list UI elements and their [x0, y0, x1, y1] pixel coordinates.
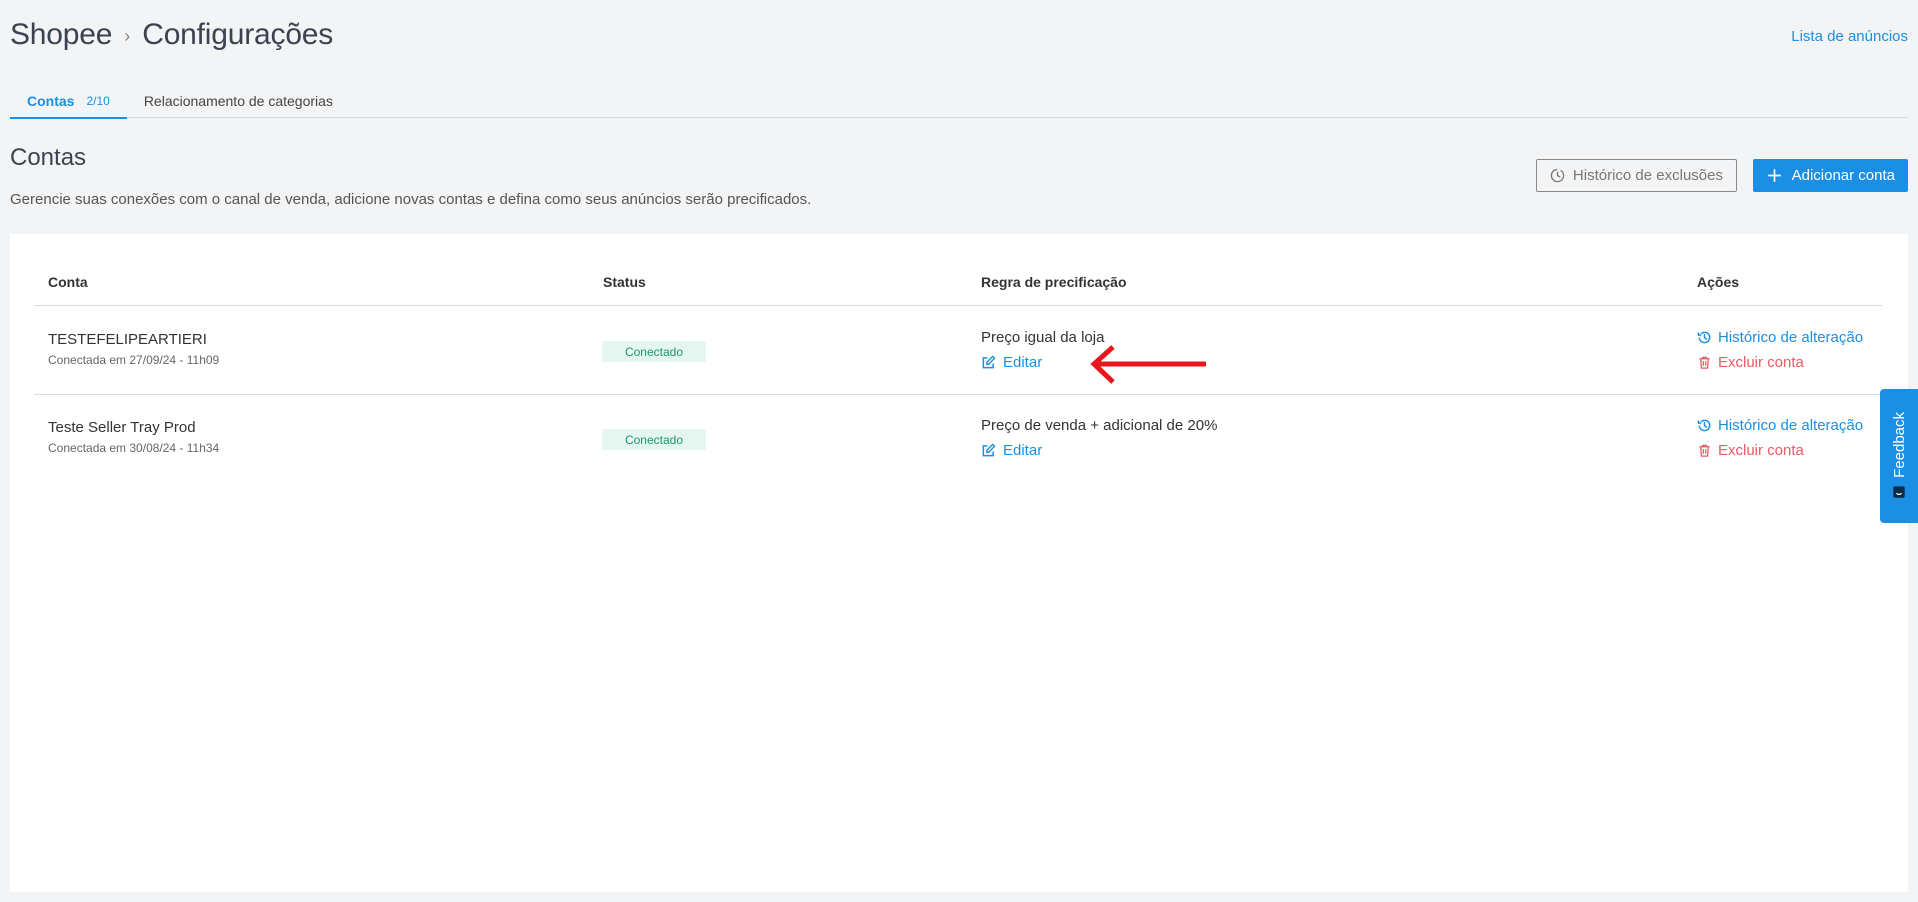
page-title: Configurações: [142, 18, 334, 51]
edit-icon: [981, 355, 996, 370]
edit-label: Editar: [1003, 442, 1043, 459]
change-history-label: Histórico de alteração: [1718, 417, 1864, 434]
tab-contas[interactable]: Contas 2/10: [10, 84, 127, 119]
history-icon: [1697, 330, 1712, 345]
trash-icon: [1697, 443, 1712, 458]
listing-link[interactable]: Lista de anúncios: [1791, 28, 1908, 45]
tab-category-mapping[interactable]: Relacionamento de categorias: [127, 84, 350, 118]
change-history-button[interactable]: Histórico de alteração: [1697, 329, 1863, 346]
delete-account-button[interactable]: Excluir conta: [1697, 442, 1804, 459]
tab-bar: Contas 2/10 Relacionamento de categorias: [10, 84, 1908, 119]
add-account-label: Adicionar conta: [1791, 167, 1895, 184]
account-connected-date: Conectada em 30/08/24 - 11h34: [48, 441, 220, 455]
account-name: TESTEFELIPEARTIERI: [48, 331, 207, 348]
table-header: Conta Status Regra de precificação Ações: [34, 234, 1882, 306]
column-header-account: Conta: [48, 274, 88, 290]
delete-account-button[interactable]: Excluir conta: [1697, 354, 1804, 371]
plus-icon: [1767, 168, 1782, 183]
tab-label: Contas: [27, 93, 75, 109]
column-header-rule: Regra de precificação: [981, 274, 1127, 290]
section-title: Contas: [10, 144, 87, 171]
feedback-icon: [1892, 485, 1907, 500]
deletion-history-label: Histórico de exclusões: [1572, 167, 1723, 184]
tab-count-badge: 2/10: [86, 94, 110, 108]
accounts-table: Conta Status Regra de precificação Ações…: [10, 234, 1908, 892]
feedback-label: Feedback: [1890, 411, 1908, 478]
delete-account-label: Excluir conta: [1718, 442, 1804, 459]
delete-account-label: Excluir conta: [1718, 354, 1804, 371]
add-account-button[interactable]: Adicionar conta: [1752, 159, 1908, 192]
feedback-tab[interactable]: Feedback: [1880, 389, 1918, 523]
section-description: Gerencie suas conexões com o canal de ve…: [10, 191, 812, 208]
page-header: Shopee › Configurações Lista de anúncios: [10, 18, 1908, 58]
account-connected-date: Conectada em 27/09/24 - 11h09: [48, 353, 220, 367]
edit-icon: [981, 443, 996, 458]
status-badge: Conectado: [602, 341, 706, 362]
edit-rule-button[interactable]: Editar: [981, 442, 1042, 459]
breadcrumb-separator: ›: [124, 26, 131, 46]
page: Shopee › Configurações Lista de anúncios…: [10, 0, 1908, 902]
status-badge: Conectado: [602, 429, 706, 450]
column-header-actions: Ações: [1697, 274, 1740, 290]
edit-label: Editar: [1003, 354, 1043, 371]
trash-icon: [1697, 355, 1712, 370]
table-row: TESTEFELIPEARTIERI Conectada em 27/09/24…: [34, 307, 1882, 395]
tab-label: Relacionamento de categorias: [143, 93, 333, 109]
deletion-history-button[interactable]: Histórico de exclusões: [1535, 159, 1737, 192]
change-history-button[interactable]: Histórico de alteração: [1697, 417, 1863, 434]
arrow-left-icon: [1090, 345, 1206, 384]
breadcrumb: Shopee › Configurações: [10, 18, 1908, 52]
clock-icon: [1550, 168, 1565, 183]
table-row: Teste Seller Tray Prod Conectada em 30/0…: [34, 395, 1882, 483]
edit-rule-button[interactable]: Editar: [981, 354, 1042, 371]
pricing-rule: Preço igual da loja: [981, 329, 1105, 346]
history-icon: [1697, 418, 1712, 433]
account-name: Teste Seller Tray Prod: [48, 419, 196, 436]
breadcrumb-root[interactable]: Shopee: [10, 18, 112, 52]
column-header-status: Status: [603, 274, 646, 290]
change-history-label: Histórico de alteração: [1718, 329, 1864, 346]
pricing-rule: Preço de venda + adicional de 20%: [981, 417, 1218, 434]
